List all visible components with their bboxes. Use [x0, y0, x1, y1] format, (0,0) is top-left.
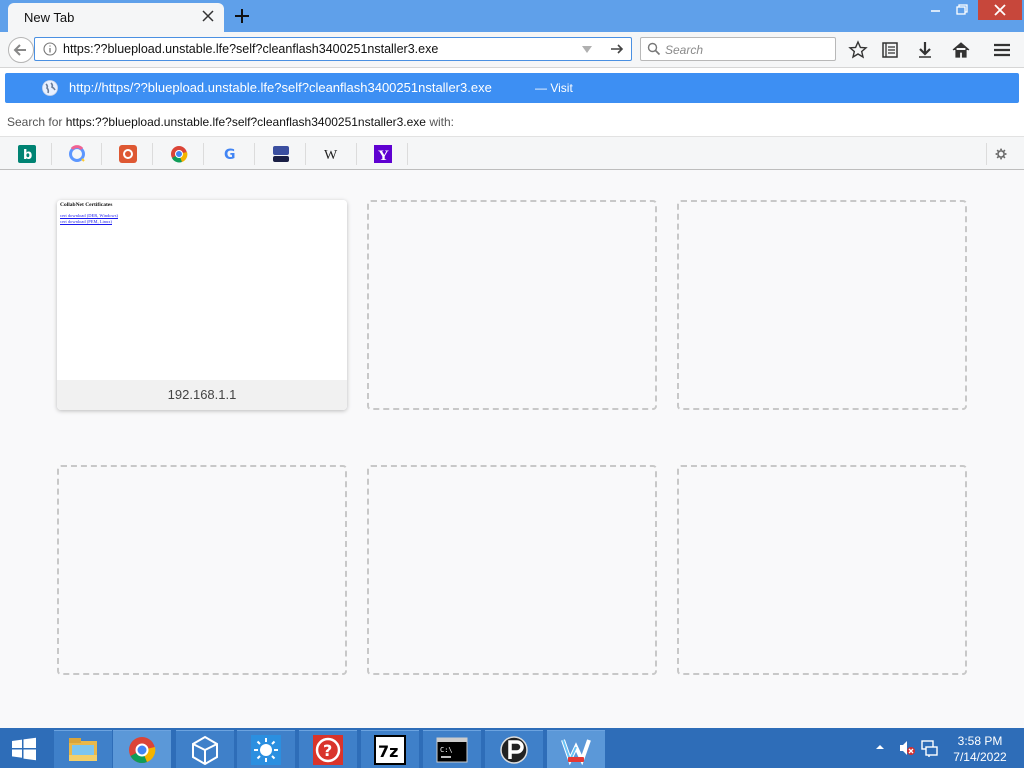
- svg-text:Y: Y: [378, 148, 389, 163]
- new-tab-icon[interactable]: [232, 6, 252, 26]
- dropdown-arrow-icon[interactable]: [581, 43, 593, 55]
- taskbar-chrome[interactable]: [113, 730, 171, 768]
- search-placeholder: Search: [665, 43, 704, 57]
- bing-icon: b: [18, 145, 36, 163]
- restore-icon: [956, 4, 968, 15]
- title-bar: New Tab: [0, 0, 1024, 32]
- help-icon: ?: [313, 735, 343, 765]
- wgestures-icon: [561, 739, 591, 765]
- empty-tile: [677, 200, 967, 410]
- stack-icon: [273, 146, 289, 162]
- wikipedia-icon: W: [324, 148, 338, 163]
- home-icon[interactable]: [951, 40, 971, 60]
- chrome-icon: [129, 737, 156, 763]
- engine-chrome-search[interactable]: [154, 143, 204, 165]
- 7zip-icon: 7z: [374, 735, 406, 765]
- clock-time: 3:58 PM: [957, 734, 1003, 748]
- navigation-toolbar: https:??blueplоad.unstable.lfe?self?clea…: [0, 32, 1024, 68]
- svg-text:?: ?: [323, 741, 332, 760]
- weather-icon: [251, 735, 281, 765]
- engine-qwant[interactable]: [52, 143, 102, 165]
- empty-tile: [677, 465, 967, 675]
- taskbar-wgestures[interactable]: [547, 730, 605, 768]
- info-icon[interactable]: [43, 42, 57, 56]
- taskbar-file-explorer[interactable]: [54, 730, 112, 768]
- svg-text:C:\: C:\: [440, 746, 453, 754]
- reading-list-icon[interactable]: [880, 40, 900, 60]
- network-icon[interactable]: [920, 739, 938, 757]
- globe-icon: [42, 80, 58, 96]
- engine-duckduckgo[interactable]: [103, 143, 153, 165]
- empty-tile: [57, 465, 347, 675]
- clock-date: 7/14/2022: [953, 750, 1007, 764]
- engine-yahoo[interactable]: Y: [358, 143, 408, 165]
- close-window-button[interactable]: [978, 0, 1022, 20]
- engine-google[interactable]: G: [205, 143, 255, 165]
- thumbnail-link: cert download (PEM, Linux): [60, 219, 112, 224]
- taskbar: ? 7z C:\ 3:58 PM 7/14/2022: [0, 728, 1024, 768]
- search-for-label: Search for https:??blueplоad.unstable.lf…: [7, 115, 454, 129]
- duckduckgo-icon: [119, 145, 137, 163]
- search-engine-bar: b G W Y: [0, 136, 1024, 169]
- thumbnail-title: CollabNet Certificates: [60, 202, 113, 208]
- search-settings-gear-icon[interactable]: [986, 143, 1008, 165]
- minimize-button[interactable]: [922, 0, 950, 20]
- show-hidden-icons-arrow-icon[interactable]: [875, 742, 885, 752]
- taskbar-weather[interactable]: [237, 730, 295, 768]
- bookmark-star-icon[interactable]: [848, 40, 868, 60]
- engine-wikipedia[interactable]: W: [307, 143, 357, 165]
- visit-label: — Visit: [535, 81, 573, 95]
- search-box[interactable]: Search: [640, 37, 836, 61]
- taskbar-help[interactable]: ?: [299, 730, 357, 768]
- engine-stack[interactable]: [256, 143, 306, 165]
- thumbnail-link: cert download (DER, Windows): [60, 213, 118, 218]
- unity-icon: [192, 735, 218, 765]
- tile-caption: 192.168.1.1: [57, 380, 347, 410]
- download-icon[interactable]: [915, 40, 935, 60]
- tile-thumbnail: CollabNet Certificates cert download (DE…: [57, 200, 347, 380]
- svg-text:b: b: [23, 148, 32, 163]
- windows-start-icon[interactable]: [8, 737, 40, 761]
- search-icon: [647, 42, 661, 56]
- file-explorer-icon: [69, 738, 97, 761]
- maximize-button[interactable]: [950, 0, 974, 20]
- system-clock[interactable]: 3:58 PM 7/14/2022: [940, 733, 1020, 765]
- close-icon: [994, 4, 1006, 16]
- cmd-icon: C:\: [436, 737, 468, 763]
- minimize-icon: [931, 10, 940, 12]
- proxy-icon: [500, 736, 528, 764]
- taskbar-proxy[interactable]: [485, 730, 543, 768]
- close-tab-icon[interactable]: [200, 8, 216, 24]
- engine-bing[interactable]: b: [2, 143, 52, 165]
- suggestion-url: http://https/??blueplоad.unstable.lfe?se…: [69, 80, 492, 95]
- search-for-suffix: with:: [429, 115, 455, 129]
- taskbar-unity[interactable]: [176, 730, 234, 768]
- autocomplete-suggestion[interactable]: http://https/??blueplоad.unstable.lfe?se…: [5, 73, 1019, 103]
- empty-tile: [367, 200, 657, 410]
- search-for-query: https:??blueplоad.unstable.lfe?self?clea…: [65, 115, 426, 129]
- tab-title: New Tab: [24, 10, 75, 25]
- google-icon: G: [224, 147, 236, 163]
- taskbar-cmd[interactable]: C:\: [423, 730, 481, 768]
- top-site-tile[interactable]: CollabNet Certificates cert download (DE…: [57, 200, 347, 410]
- menu-icon[interactable]: [992, 40, 1012, 60]
- svg-text:W: W: [324, 148, 338, 163]
- qwant-icon: [69, 145, 85, 162]
- url-autocomplete-popup: http://https/??blueplоad.unstable.lfe?se…: [0, 68, 1024, 170]
- tab-new-tab[interactable]: New Tab: [8, 3, 224, 32]
- yahoo-icon: Y: [374, 145, 392, 163]
- svg-text:G: G: [224, 147, 236, 163]
- taskbar-7zip[interactable]: 7z: [361, 730, 419, 768]
- empty-tile: [367, 465, 657, 675]
- url-bar[interactable]: https:??blueplоad.unstable.lfe?self?clea…: [34, 37, 632, 61]
- chrome-search-icon: [171, 146, 188, 163]
- search-for-prefix: Search for: [7, 115, 63, 129]
- back-button[interactable]: [8, 37, 34, 63]
- back-arrow-icon: [13, 44, 26, 56]
- svg-text:7z: 7z: [378, 742, 398, 761]
- go-arrow-icon[interactable]: [609, 41, 625, 57]
- volume-muted-icon[interactable]: [898, 739, 916, 757]
- url-text[interactable]: https:??blueplоad.unstable.lfe?self?clea…: [63, 42, 438, 56]
